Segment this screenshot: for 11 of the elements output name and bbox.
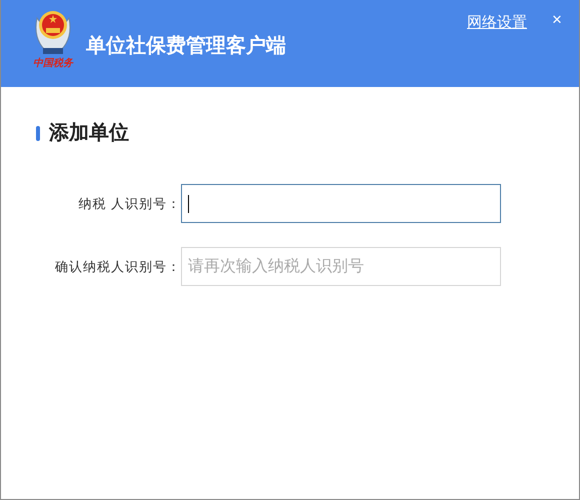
logo-text: 中国税务 (33, 59, 73, 69)
text-cursor (188, 194, 189, 212)
network-settings-link[interactable]: 网络设置 (467, 12, 527, 34)
field-label: 纳税 人识别号： (77, 194, 181, 213)
field-label: 确认纳税人识别号： (54, 258, 181, 276)
close-button[interactable]: × (552, 11, 562, 28)
input-field[interactable] (181, 184, 501, 223)
section-marker (36, 126, 40, 140)
input-field[interactable]: 请再次输入纳税人识别号 (181, 247, 501, 286)
section-title: 添加单位 (49, 121, 129, 146)
app-title: 单位社保费管理客户端 (86, 34, 286, 59)
